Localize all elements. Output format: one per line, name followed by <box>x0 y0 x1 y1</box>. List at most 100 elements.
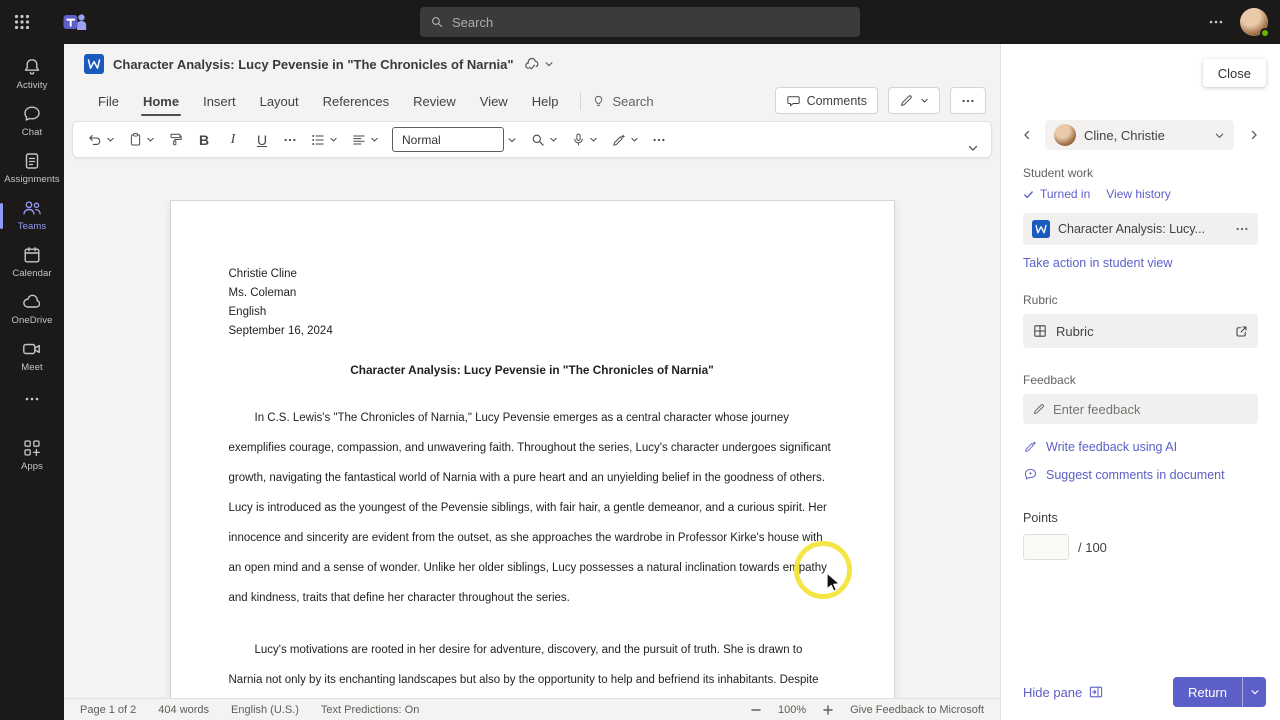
format-painter-button[interactable] <box>168 132 183 147</box>
alignment-button[interactable] <box>351 132 379 148</box>
feedback-link[interactable]: Give Feedback to Microsoft <box>850 704 984 716</box>
sidebar-item-label: Calendar <box>12 268 51 279</box>
return-options-button[interactable] <box>1242 677 1266 707</box>
bold-button[interactable]: B <box>196 132 212 148</box>
pen-icon <box>1032 402 1046 416</box>
language-indicator[interactable]: English (U.S.) <box>231 704 299 716</box>
student-avatar <box>1054 124 1076 146</box>
attachment-more-button[interactable] <box>1235 222 1249 236</box>
sidebar-item-calendar[interactable]: Calendar <box>0 238 64 285</box>
ai-pen-icon <box>1023 439 1038 454</box>
chevron-down-icon <box>630 135 639 144</box>
sidebar-item-assignments[interactable]: Assignments <box>0 144 64 191</box>
undo-button[interactable] <box>87 132 115 148</box>
bell-icon <box>22 57 42 77</box>
tab-file[interactable]: File <box>86 84 131 118</box>
save-status-button[interactable] <box>523 55 554 73</box>
ai-feedback-link[interactable]: Write feedback using AI <box>1023 439 1258 454</box>
statusbar-right: 100% Give Feedback to Microsoft <box>750 704 984 716</box>
ribbon-search-button[interactable]: Search <box>591 94 653 109</box>
previous-student-button[interactable] <box>1017 125 1037 145</box>
comments-button[interactable]: Comments <box>775 87 878 114</box>
close-button[interactable]: Close <box>1203 59 1266 87</box>
paste-button[interactable] <box>128 132 155 147</box>
tab-review[interactable]: Review <box>401 84 468 118</box>
chevron-down-icon <box>370 135 379 144</box>
take-action-link[interactable]: Take action in student view <box>1023 256 1172 270</box>
zoom-out-button[interactable] <box>750 704 762 716</box>
page-count[interactable]: Page 1 of 2 <box>80 704 136 716</box>
next-student-button[interactable] <box>1244 125 1264 145</box>
grid-icon <box>1032 323 1048 339</box>
clipboard-icon <box>128 132 143 147</box>
sidebar-item-label: Meet <box>21 362 43 373</box>
more-options-icon[interactable] <box>1208 14 1224 30</box>
doc-header-line: September 16, 2024 <box>229 322 836 341</box>
suggest-comments-link[interactable]: Suggest comments in document <box>1023 467 1258 482</box>
chevron-down-icon <box>549 135 558 144</box>
sidebar-item-chat[interactable]: Chat <box>0 97 64 144</box>
hide-pane-link[interactable]: Hide pane <box>1023 684 1104 700</box>
sidebar-more-apps[interactable] <box>0 379 64 419</box>
collapse-ribbon-button[interactable] <box>967 142 979 154</box>
feedback-input[interactable] <box>1053 402 1249 417</box>
return-button[interactable]: Return <box>1173 677 1242 707</box>
open-rubric-button[interactable] <box>1234 324 1249 339</box>
points-input[interactable] <box>1023 534 1069 560</box>
tab-references[interactable]: References <box>311 84 401 118</box>
style-picker-box[interactable]: Normal <box>392 127 504 152</box>
sidebar-item-label: Teams <box>18 221 46 232</box>
microphone-icon <box>571 132 586 147</box>
ai-feedback-label: Write feedback using AI <box>1046 440 1177 454</box>
tab-home[interactable]: Home <box>131 84 191 118</box>
presence-indicator <box>1260 28 1270 38</box>
word-app-icon <box>84 54 104 74</box>
tab-view[interactable]: View <box>468 84 520 118</box>
ribbon-more-button[interactable] <box>950 87 986 114</box>
search-input[interactable] <box>452 15 850 30</box>
tab-help[interactable]: Help <box>520 84 571 118</box>
app-launcher-button[interactable] <box>0 0 44 44</box>
attachment-card[interactable]: Character Analysis: Lucy... <box>1023 213 1258 245</box>
text-predictions-toggle[interactable]: Text Predictions: On <box>321 704 419 716</box>
document-page[interactable]: Christie Cline Ms. Coleman English Septe… <box>170 200 895 698</box>
user-avatar[interactable] <box>1240 8 1268 36</box>
tab-insert[interactable]: Insert <box>191 84 248 118</box>
zoom-level[interactable]: 100% <box>778 704 806 716</box>
word-count[interactable]: 404 words <box>158 704 209 716</box>
grading-pane-footer: Hide pane Return <box>1001 664 1280 720</box>
underline-button[interactable]: U <box>254 132 270 148</box>
essay-title: Character Analysis: Lucy Pevensie in "Th… <box>229 363 836 377</box>
points-row: / 100 <box>1023 534 1258 560</box>
sidebar-item-label: Assignments <box>4 174 59 185</box>
style-picker[interactable]: Normal <box>392 127 517 152</box>
student-selector[interactable]: Cline, Christie <box>1045 120 1234 150</box>
italic-button[interactable]: I <box>225 132 241 148</box>
simplified-ribbon-toolbar: B I U Normal <box>72 121 992 158</box>
dictate-button[interactable] <box>571 132 598 147</box>
more-dots-icon <box>961 94 975 108</box>
bullet-list-button[interactable] <box>310 132 338 148</box>
sidebar-item-label: OneDrive <box>12 315 53 326</box>
sidebar-item-onedrive[interactable]: OneDrive <box>0 285 64 332</box>
font-more-button[interactable] <box>283 133 297 147</box>
sidebar-item-apps[interactable]: Apps <box>0 431 64 478</box>
tab-layout[interactable]: Layout <box>248 84 311 118</box>
find-button[interactable] <box>530 132 558 148</box>
chevron-down-icon <box>544 59 554 69</box>
editing-mode-button[interactable] <box>888 87 940 114</box>
student-name: Cline, Christie <box>1084 128 1206 143</box>
word-editor-area: Character Analysis: Lucy Pevensie in "Th… <box>64 44 1000 720</box>
feedback-input-field[interactable] <box>1023 394 1258 424</box>
view-history-link[interactable]: View history <box>1106 187 1170 201</box>
student-navigator: Cline, Christie <box>1001 120 1280 150</box>
zoom-in-button[interactable] <box>822 704 834 716</box>
sidebar-item-teams[interactable]: Teams <box>0 191 64 238</box>
chevron-down-icon <box>920 96 929 105</box>
rubric-card[interactable]: Rubric <box>1023 314 1258 348</box>
sidebar-item-activity[interactable]: Activity <box>0 50 64 97</box>
ribbon-right-actions: Comments <box>775 87 986 114</box>
editor-assistant-button[interactable] <box>611 132 639 148</box>
sidebar-item-meet[interactable]: Meet <box>0 332 64 379</box>
toolbar-more-button[interactable] <box>652 133 666 147</box>
